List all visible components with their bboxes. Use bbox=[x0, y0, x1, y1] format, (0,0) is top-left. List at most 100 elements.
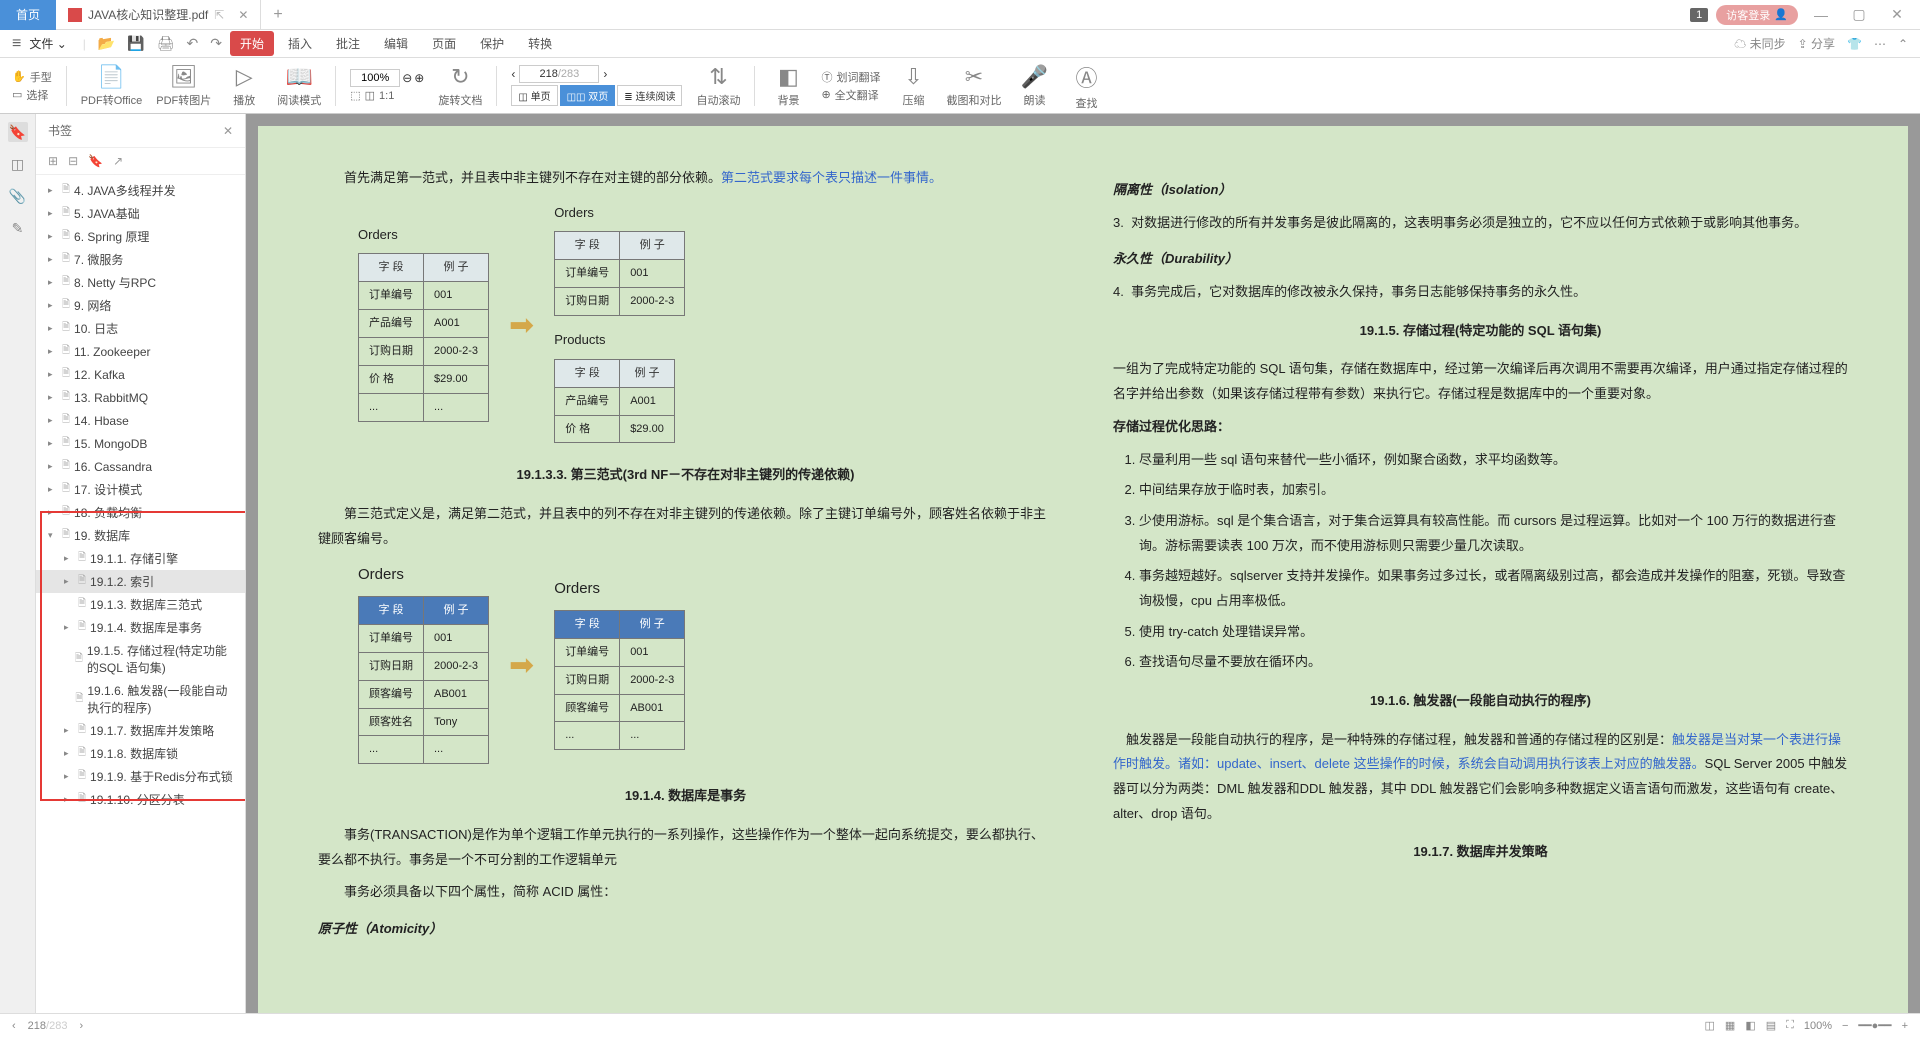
tab-annotate[interactable]: 批注 bbox=[326, 31, 370, 56]
bookmark-item[interactable]: ▸🗎8. Netty 与RPC bbox=[36, 271, 245, 294]
tab-start[interactable]: 开始 bbox=[230, 31, 274, 56]
zoom-in-icon[interactable]: ⊕ bbox=[414, 71, 424, 85]
next-page-status[interactable]: › bbox=[79, 1020, 83, 1032]
signature-panel-icon[interactable]: ✎ bbox=[8, 218, 28, 238]
view-mode-3-icon[interactable]: ◧ bbox=[1745, 1019, 1755, 1032]
page-input[interactable]: 218/283 bbox=[519, 65, 599, 83]
close-window-button[interactable]: ✕ bbox=[1882, 6, 1912, 23]
prev-page-status[interactable]: ‹ bbox=[12, 1020, 16, 1032]
close-tab-icon[interactable]: ✕ bbox=[238, 8, 248, 22]
share-button[interactable]: ⇪ 分享 bbox=[1798, 35, 1835, 52]
bookmark-subitem[interactable]: ▸🗎19.1.8. 数据库锁 bbox=[36, 742, 245, 765]
read-mode-button[interactable]: 📖阅读模式 bbox=[277, 64, 321, 108]
bookmark-item[interactable]: ▸🗎15. MongoDB bbox=[36, 432, 245, 455]
undo-icon[interactable]: ↶ bbox=[183, 35, 203, 52]
notification-badge[interactable]: 1 bbox=[1690, 8, 1708, 22]
tab-protect[interactable]: 保护 bbox=[470, 31, 514, 56]
bookmark-subitem[interactable]: 🗎19.1.5. 存储过程(特定功能的SQL 语句集) bbox=[36, 639, 245, 679]
skin-icon[interactable]: 👕 bbox=[1847, 37, 1862, 51]
screenshot-button[interactable]: ✂截图和对比 bbox=[946, 64, 1001, 108]
new-tab-button[interactable]: + bbox=[261, 6, 294, 24]
expand-all-icon[interactable]: ⊞ bbox=[48, 154, 58, 168]
bookmark-subitem[interactable]: ▸🗎19.1.7. 数据库并发策略 bbox=[36, 719, 245, 742]
fit-icon[interactable]: ⛶ bbox=[1786, 1019, 1794, 1032]
zoom-input[interactable] bbox=[350, 69, 400, 87]
tab-insert[interactable]: 插入 bbox=[278, 31, 322, 56]
file-tab[interactable]: JAVA核心知识整理.pdf ⇱ ✕ bbox=[56, 0, 261, 30]
background-button[interactable]: ◧背景 bbox=[769, 64, 807, 108]
bookmark-panel-icon[interactable]: 🔖 bbox=[8, 122, 28, 142]
bookmark-nav-icon[interactable]: ↗ bbox=[113, 154, 123, 168]
tab-edit[interactable]: 编辑 bbox=[374, 31, 418, 56]
translate-full-button[interactable]: ⊕全文翻译 bbox=[821, 87, 880, 103]
bookmark-item[interactable]: ▸🗎5. JAVA基础 bbox=[36, 202, 245, 225]
bookmark-subitem[interactable]: 🗎19.1.6. 触发器(一段能自动执行的程序) bbox=[36, 679, 245, 719]
autoscroll-button[interactable]: ⇅自动滚动 bbox=[696, 64, 740, 108]
fit-page-icon[interactable]: ◫ bbox=[365, 89, 375, 102]
bookmark-item[interactable]: ▸🗎7. 微服务 bbox=[36, 248, 245, 271]
tab-convert[interactable]: 转换 bbox=[518, 31, 562, 56]
zoom-status[interactable]: 100% bbox=[1804, 1020, 1832, 1032]
minimize-button[interactable]: — bbox=[1806, 7, 1836, 23]
bookmark-item[interactable]: ▸🗎4. JAVA多线程并发 bbox=[36, 179, 245, 202]
view-mode-2-icon[interactable]: ▦ bbox=[1725, 1019, 1735, 1032]
guest-login-button[interactable]: 访客登录👤 bbox=[1716, 5, 1798, 25]
redo-icon[interactable]: ↷ bbox=[206, 35, 226, 52]
bookmark-item[interactable]: ▸🗎14. Hbase bbox=[36, 409, 245, 432]
bookmark-add-icon[interactable]: 🔖 bbox=[88, 154, 103, 168]
bookmark-item[interactable]: ▸🗎18. 负载均衡 bbox=[36, 501, 245, 524]
pdf-to-office-button[interactable]: 📄PDF转Office bbox=[81, 64, 143, 108]
bookmark-subitem[interactable]: ▸🗎19.1.2. 索引 bbox=[36, 570, 245, 593]
bookmark-subitem[interactable]: ▸🗎19.1.1. 存储引擎 bbox=[36, 547, 245, 570]
fit-width-icon[interactable]: ⬚ bbox=[350, 89, 360, 102]
bookmark-item[interactable]: ▸🗎12. Kafka bbox=[36, 363, 245, 386]
bookmark-item-database[interactable]: ▾🗎19. 数据库 bbox=[36, 524, 245, 547]
collapse-ribbon-icon[interactable]: ⌃ bbox=[1898, 37, 1908, 51]
save-icon[interactable]: 💾 bbox=[123, 35, 148, 52]
view-mode-4-icon[interactable]: ▤ bbox=[1766, 1019, 1776, 1032]
more-icon[interactable]: ⋯ bbox=[1874, 37, 1886, 51]
tab-page[interactable]: 页面 bbox=[422, 31, 466, 56]
file-menu[interactable]: 文件 ⌄ bbox=[29, 35, 66, 52]
bookmark-item[interactable]: ▸🗎6. Spring 原理 bbox=[36, 225, 245, 248]
bookmark-item[interactable]: ▸🗎10. 日志 bbox=[36, 317, 245, 340]
find-button[interactable]: Ⓐ查找 bbox=[1067, 61, 1105, 111]
bookmark-subitem[interactable]: 🗎19.1.3. 数据库三范式 bbox=[36, 593, 245, 616]
pdf-to-image-button[interactable]: 🖼PDF转图片 bbox=[156, 64, 211, 108]
print-icon[interactable]: 🖨 bbox=[153, 35, 179, 52]
bookmark-item[interactable]: ▸🗎13. RabbitMQ bbox=[36, 386, 245, 409]
bookmark-item[interactable]: ▸🗎17. 设计模式 bbox=[36, 478, 245, 501]
home-tab[interactable]: 首页 bbox=[0, 0, 56, 30]
close-panel-icon[interactable]: ✕ bbox=[223, 124, 233, 138]
zoom-out-icon[interactable]: ⊖ bbox=[402, 71, 412, 85]
bookmark-item[interactable]: ▸🗎11. Zookeeper bbox=[36, 340, 245, 363]
compress-button[interactable]: ⇩压缩 bbox=[894, 64, 932, 108]
zoom-out-status[interactable]: − bbox=[1842, 1020, 1848, 1032]
sync-status[interactable]: ☁ 未同步 bbox=[1734, 35, 1785, 52]
bookmark-subitem[interactable]: ▸🗎19.1.9. 基于Redis分布式锁 bbox=[36, 765, 245, 788]
tab-pin-icon[interactable]: ⇱ bbox=[214, 8, 224, 22]
read-aloud-button[interactable]: 🎤朗读 bbox=[1015, 64, 1053, 108]
translate-selection-button[interactable]: Ⓣ划词翻译 bbox=[821, 69, 880, 85]
play-button[interactable]: ▷播放 bbox=[225, 64, 263, 108]
zoom-in-status[interactable]: + bbox=[1902, 1020, 1908, 1032]
hamburger-icon[interactable]: ≡ bbox=[12, 35, 21, 53]
zoom-slider[interactable]: ━━●━━ bbox=[1858, 1019, 1891, 1032]
collapse-all-icon[interactable]: ⊟ bbox=[68, 154, 78, 168]
page-status[interactable]: 218/283 bbox=[28, 1020, 68, 1032]
rotate-button[interactable]: ↻旋转文档 bbox=[438, 64, 482, 108]
thumbnail-panel-icon[interactable]: ◫ bbox=[8, 154, 28, 174]
maximize-button[interactable]: ▢ bbox=[1844, 6, 1874, 23]
attachment-panel-icon[interactable]: 📎 bbox=[8, 186, 28, 206]
bookmark-subitem[interactable]: ▸🗎19.1.10. 分区分表 bbox=[36, 788, 245, 811]
view-mode-1-icon[interactable]: ◫ bbox=[1705, 1019, 1715, 1032]
double-page-button[interactable]: ◫◫ 双页 bbox=[560, 85, 616, 106]
open-icon[interactable]: 📂 bbox=[94, 35, 119, 52]
select-tool[interactable]: ▭选择 bbox=[12, 87, 52, 103]
actual-size-icon[interactable]: 1:1 bbox=[379, 90, 394, 102]
continuous-button[interactable]: ≣ 连续阅读 bbox=[617, 85, 682, 106]
next-page-icon[interactable]: › bbox=[603, 67, 607, 81]
bookmark-item[interactable]: ▸🗎16. Cassandra bbox=[36, 455, 245, 478]
hand-tool[interactable]: ✋手型 bbox=[12, 69, 52, 85]
prev-page-icon[interactable]: ‹ bbox=[511, 67, 515, 81]
